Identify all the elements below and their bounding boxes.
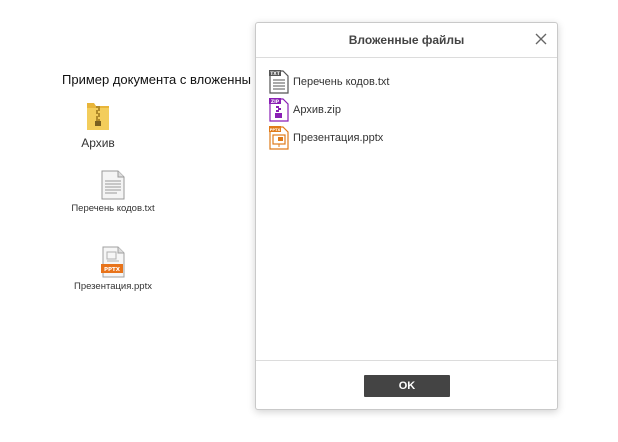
attachments-dialog: Вложенные файлы TXT Перечень кодов.txt Z… [255, 22, 558, 410]
document-title: Пример документа с вложенны [62, 72, 252, 87]
svg-text:PPTX: PPTX [270, 128, 281, 132]
svg-text:ZIP: ZIP [271, 99, 280, 105]
attachment-text-codes[interactable]: Перечень кодов.txt [65, 170, 161, 214]
attachment-archive[interactable]: Архив [81, 100, 115, 150]
attachment-label: Перечень кодов.txt [71, 203, 155, 214]
dialog-header: Вложенные файлы [256, 23, 557, 58]
txt-file-icon: TXT [269, 70, 289, 94]
file-name: Перечень кодов.txt [293, 76, 390, 88]
attachment-label: Презентация.pptx [74, 281, 152, 292]
dialog-title: Вложенные файлы [348, 33, 465, 47]
file-item-txt[interactable]: TXT Перечень кодов.txt [269, 68, 557, 96]
zip-file-icon: ZIP [269, 98, 289, 122]
attachment-presentation[interactable]: PPTX Презентация.pptx [66, 246, 160, 292]
svg-text:TXT: TXT [270, 71, 281, 77]
pptx-badge-text: PPTX [104, 267, 121, 273]
close-icon[interactable] [534, 32, 548, 46]
pptx-file-icon: PPTX [269, 126, 289, 150]
folder-zip-icon [87, 103, 109, 130]
file-name: Презентация.pptx [293, 132, 384, 144]
file-list: TXT Перечень кодов.txt ZIP Архив.zip PPT… [256, 58, 557, 152]
text-document-icon [101, 170, 125, 200]
attachment-label: Архив [81, 136, 115, 150]
file-item-zip[interactable]: ZIP Архив.zip [269, 96, 557, 124]
file-item-pptx[interactable]: PPTX Презентация.pptx [269, 124, 557, 152]
file-name: Архив.zip [293, 104, 341, 116]
pptx-file-icon: PPTX [101, 246, 125, 278]
ok-button[interactable]: OK [364, 375, 450, 397]
dialog-footer: OK [256, 360, 557, 409]
